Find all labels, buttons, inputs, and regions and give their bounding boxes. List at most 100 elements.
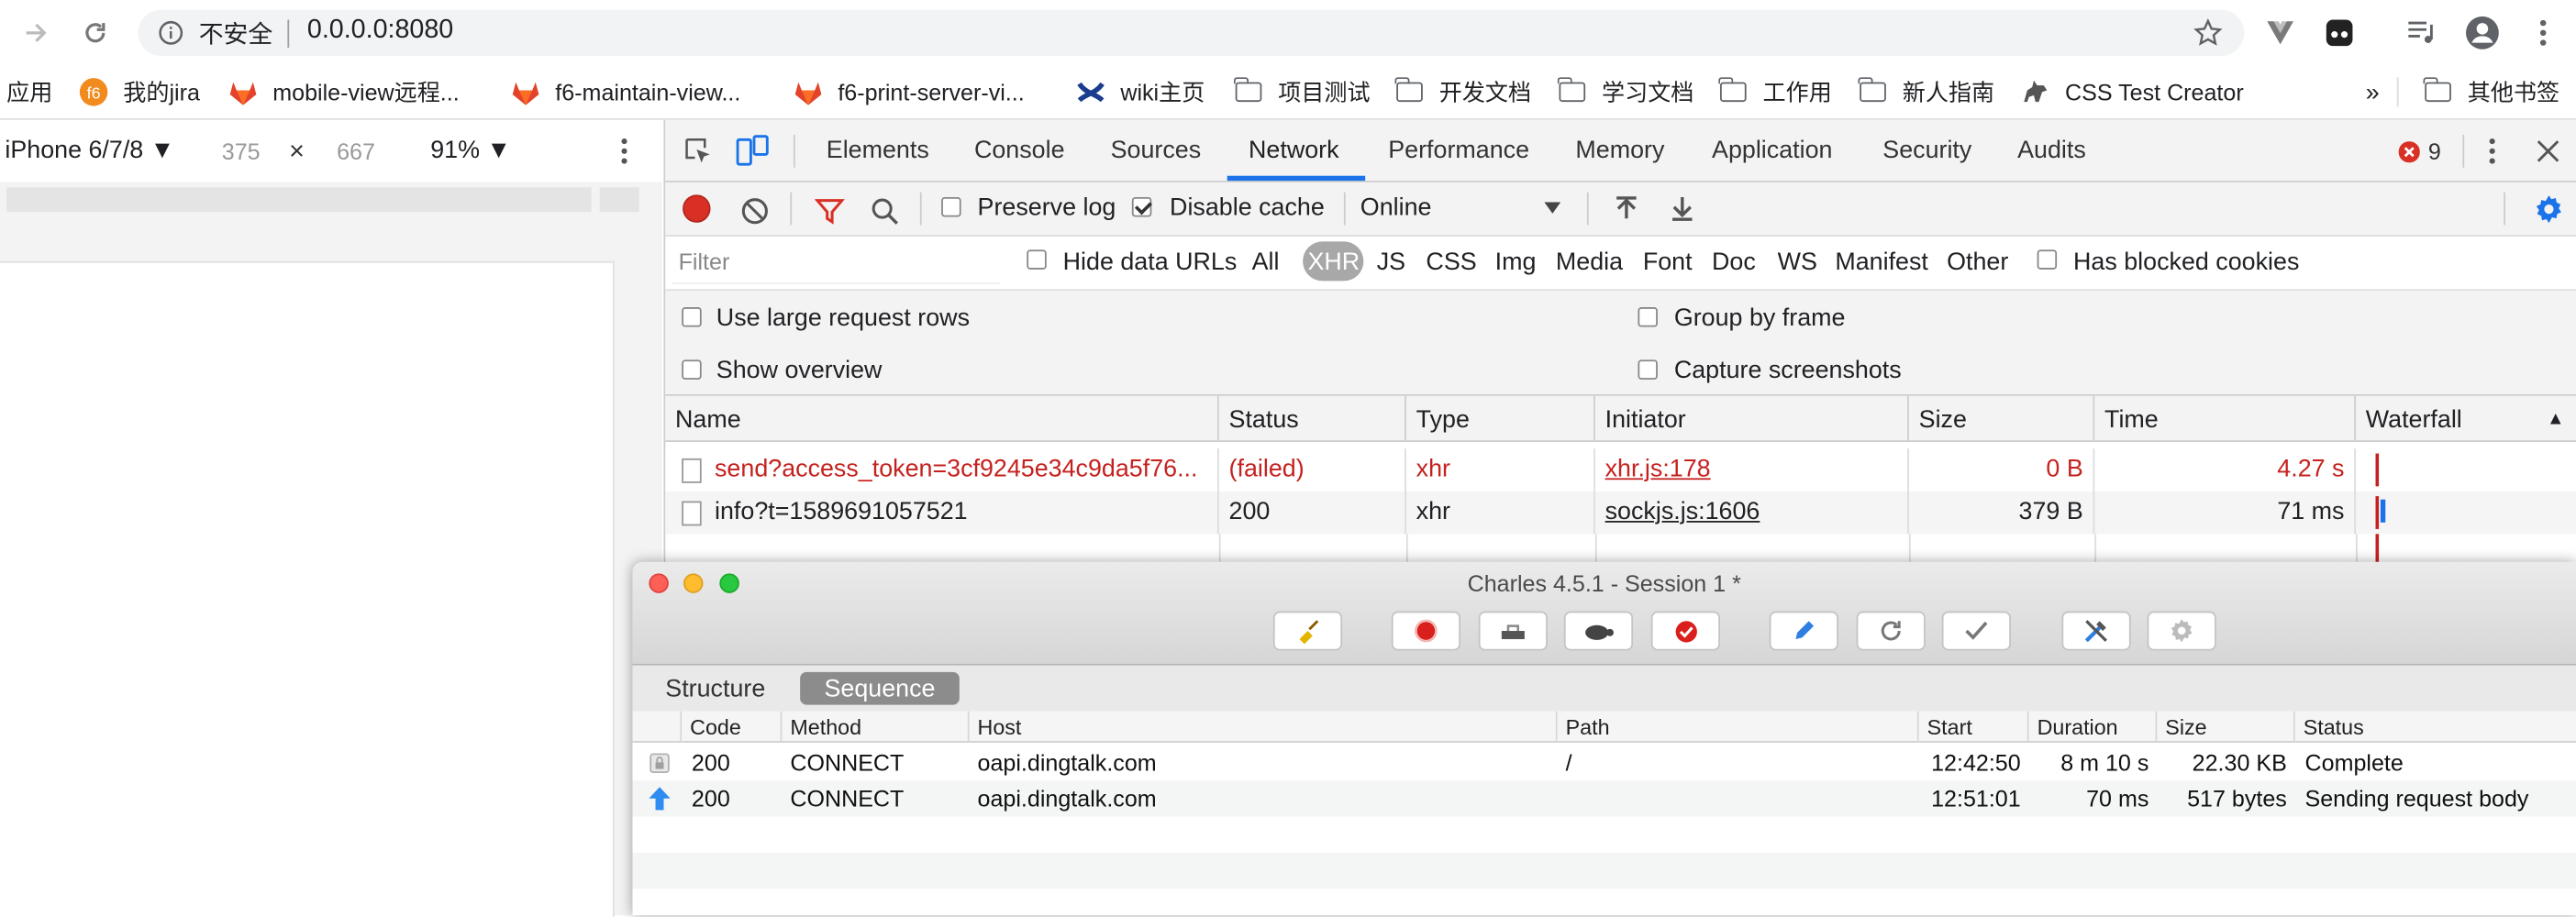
gear-icon[interactable] [2532,193,2565,226]
error-icon[interactable] [2397,139,2420,162]
media-queue-icon[interactable] [2405,17,2438,50]
tab-sequence[interactable]: Sequence [800,675,960,702]
devtools-menu-icon[interactable] [2482,137,2502,166]
menu-kebab-icon[interactable] [2526,17,2559,50]
record-icon[interactable] [682,193,711,223]
column-header-start[interactable]: Start [1918,711,2029,743]
bookmark-mobile-view[interactable]: mobile-view远程... [228,66,460,118]
table-row[interactable]: send?access_token=3cf9245e34c9da5f76... … [665,448,2576,492]
record-button[interactable] [1391,611,1461,651]
request-name[interactable]: info?t=1589691057521 [705,491,1219,535]
column-header-host[interactable]: Host [969,711,1558,743]
bookmark-folder-dev-docs[interactable]: 开发文档 [1395,66,1531,118]
clear-icon[interactable] [739,195,769,225]
device-height-input[interactable]: 667 [337,138,375,165]
disable-cache-checkbox[interactable] [1131,197,1152,217]
import-har-icon[interactable] [1614,193,1640,223]
column-header-name[interactable]: Name [665,395,1219,442]
bookmark-f6-print[interactable]: f6-print-server-vi... [794,66,1025,118]
type-filter-doc[interactable]: Doc [1712,249,1756,276]
column-header-method[interactable]: Method [782,711,970,743]
error-count[interactable]: 9 [2428,138,2441,165]
more-bookmarks-button[interactable]: » [2366,66,2380,118]
column-header-duration[interactable]: Duration [2028,711,2158,743]
tools-button[interactable] [2061,611,2131,651]
bookmark-folder-study-docs[interactable]: 学习文档 [1558,66,1693,118]
compose-button[interactable] [1769,611,1838,651]
hide-data-urls-checkbox[interactable] [1027,249,1047,270]
table-row[interactable]: 200 CONNECT oapi.dingtalk.com 12:51:01 7… [632,780,2576,817]
column-header-status[interactable]: Status [1218,395,1406,442]
validate-button[interactable] [1941,611,2011,651]
bookmark-folder-work[interactable]: 工作用 [1718,66,1832,118]
type-filter-css[interactable]: CSS [1426,249,1476,276]
throttle-select[interactable]: Online [1360,193,1432,221]
show-overview-checkbox[interactable] [682,359,702,380]
bookmark-jira[interactable]: f6 我的jira [79,66,200,118]
large-rows-checkbox[interactable] [682,307,702,327]
chevron-down-icon[interactable] [1543,199,1562,215]
reload-icon[interactable] [79,17,112,50]
column-header-type[interactable]: Type [1405,395,1595,442]
type-filter-other[interactable]: Other [1947,249,2008,276]
type-filter-js[interactable]: JS [1377,249,1405,276]
tab-structure[interactable]: Structure [665,675,765,702]
column-header-size[interactable]: Size [1908,395,2095,442]
bookmark-wiki[interactable]: wiki主页 [1076,66,1205,118]
preserve-log-checkbox[interactable] [941,197,961,217]
capture-screenshots-checkbox[interactable] [1638,359,1658,380]
extension-icon[interactable] [2323,17,2356,50]
device-width-input[interactable]: 375 [222,138,261,165]
type-filter-xhr[interactable]: XHR [1307,249,1360,276]
tab-audits[interactable]: Audits [2017,120,2086,181]
type-filter-ws[interactable]: WS [1778,249,1817,276]
profile-avatar-icon[interactable] [2464,15,2500,50]
media-query-ruler[interactable] [0,182,662,219]
settings-button[interactable] [2147,611,2216,651]
bookmark-f6-maintain[interactable]: f6-maintain-view... [511,66,740,118]
throttle-button[interactable] [1563,611,1634,651]
tab-sources[interactable]: Sources [1111,120,1202,181]
type-filter-media[interactable]: Media [1556,249,1623,276]
device-viewport[interactable] [0,260,615,917]
device-select[interactable]: iPhone 6/7/8 ▼ [5,137,174,164]
request-initiator-link[interactable]: xhr.js:178 [1595,448,1909,492]
table-row[interactable]: info?t=1589691057521 200 xhr sockjs.js:1… [665,491,2576,535]
ssl-proxy-button[interactable] [1478,611,1548,651]
column-header-time[interactable]: Time [2094,395,2357,442]
filter-input[interactable]: Filter [672,243,1001,284]
close-devtools-icon[interactable] [2535,138,2561,165]
type-filter-all[interactable]: All [1252,249,1280,276]
search-icon[interactable] [869,195,898,225]
vue-devtools-icon[interactable] [2264,17,2297,50]
tab-memory[interactable]: Memory [1575,120,1664,181]
breakpoints-button[interactable] [1650,611,1720,651]
request-name[interactable]: send?access_token=3cf9245e34c9da5f76... [705,448,1219,492]
info-icon[interactable] [158,20,184,47]
bookmark-css-test-creator[interactable]: CSS Test Creator [2021,66,2244,118]
bookmark-apps[interactable]: 应用 [6,66,52,118]
bookmark-folder-project-test[interactable]: 项目测试 [1234,66,1371,118]
type-filter-img[interactable]: Img [1495,249,1537,276]
group-by-frame-checkbox[interactable] [1638,307,1658,327]
omnibox[interactable]: 不安全 0.0.0.0:8080 [138,9,2245,56]
tab-elements[interactable]: Elements [827,120,929,181]
repeat-button[interactable] [1856,611,1926,651]
device-toggle-icon[interactable] [734,133,770,169]
export-har-icon[interactable] [1669,193,1695,223]
forward-icon[interactable] [19,17,52,50]
table-row[interactable]: 200 CONNECT oapi.dingtalk.com / 12:42:50… [632,744,2576,781]
sort-ascending-icon[interactable]: ▲ [2547,396,2565,444]
url-text[interactable]: 0.0.0.0:8080 [307,17,453,46]
zoom-select[interactable]: 91% ▼ [430,137,511,164]
inspect-element-icon[interactable] [682,135,715,168]
bookmark-folder-newcomer[interactable]: 新人指南 [1859,66,1994,118]
column-header-status[interactable]: Status [2294,711,2576,743]
tab-application[interactable]: Application [1712,120,1832,181]
star-icon[interactable] [2192,17,2225,50]
tab-performance[interactable]: Performance [1388,120,1529,181]
column-header-code[interactable]: Code [682,711,783,743]
tab-network[interactable]: Network [1249,120,1339,181]
type-filter-manifest[interactable]: Manifest [1835,249,1928,276]
tab-security[interactable]: Security [1882,120,1971,181]
